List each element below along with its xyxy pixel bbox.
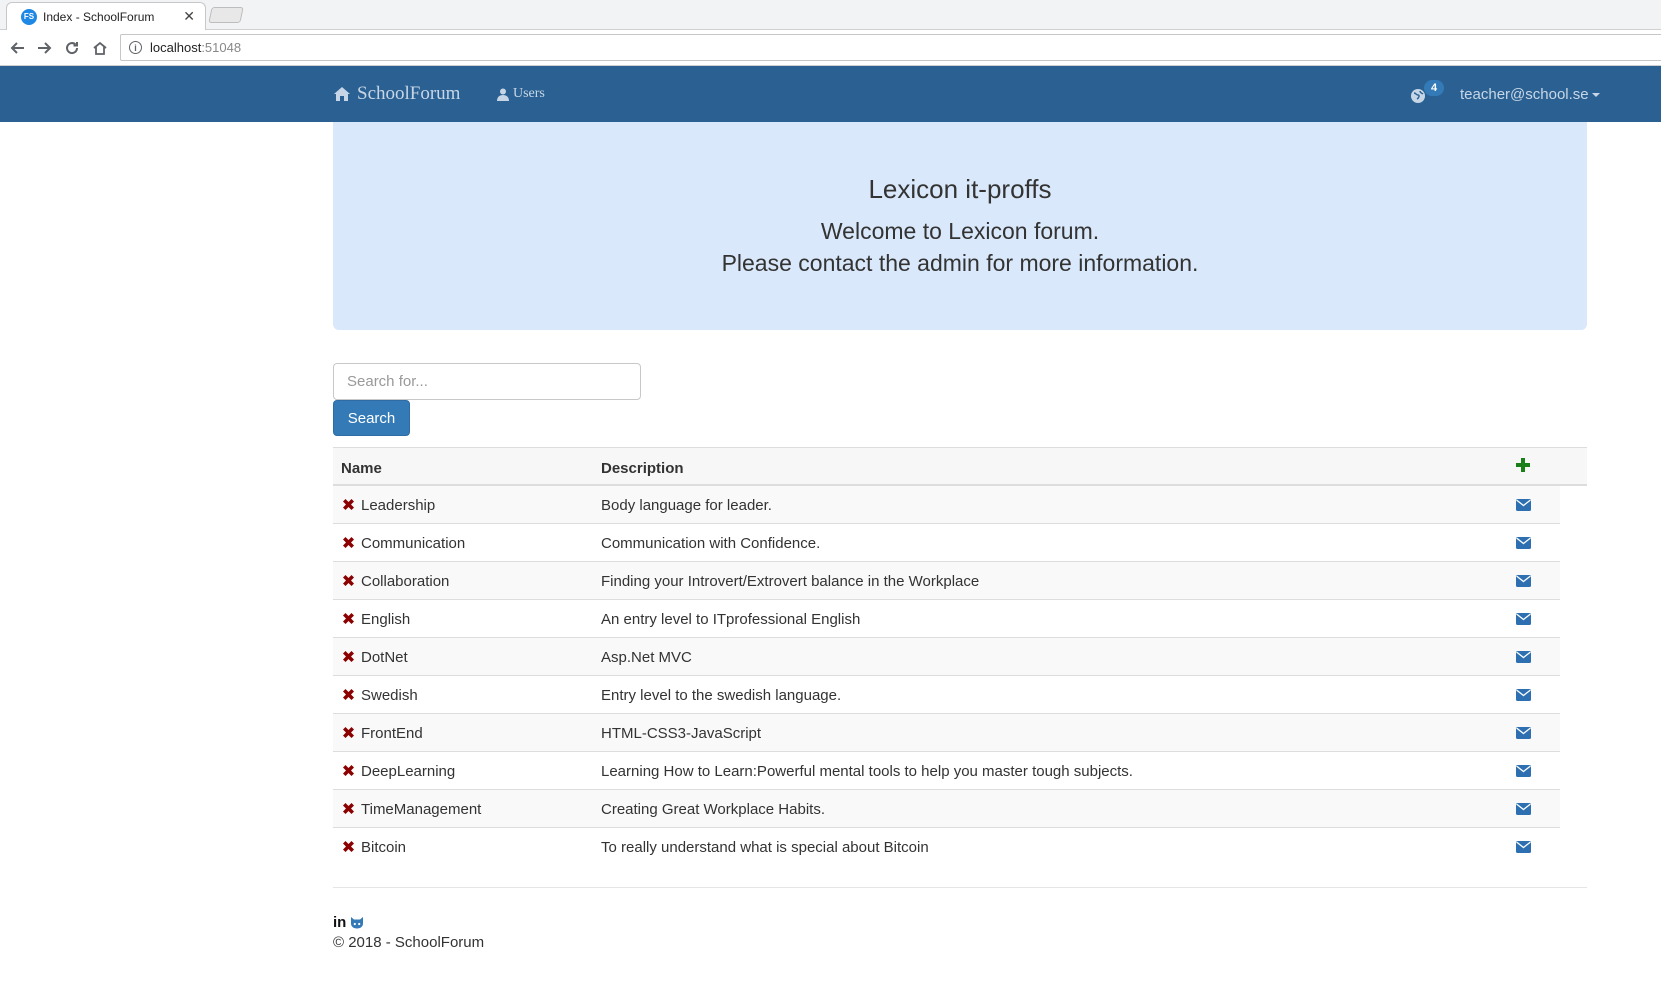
forum-description: Learning How to Learn:Powerful mental to…: [601, 763, 1133, 780]
forum-name[interactable]: TimeManagement: [361, 801, 481, 818]
table-row: Bitcoin To really understand what is spec…: [333, 828, 1560, 866]
forum-name[interactable]: DotNet: [361, 649, 408, 666]
remove-x-icon[interactable]: [342, 840, 355, 853]
table-row: Communication Communication with Confiden…: [333, 524, 1560, 562]
reload-icon[interactable]: [60, 36, 84, 60]
table-row: Swedish Entry level to the swedish langua…: [333, 676, 1560, 714]
table-row: DeepLearning Learning How to Learn:Powerf…: [333, 752, 1560, 790]
forum-name[interactable]: English: [361, 611, 410, 628]
forum-description: Communication with Confidence.: [601, 535, 821, 552]
forum-description: Entry level to the swedish language.: [601, 687, 842, 704]
tab-close-icon[interactable]: ✕: [183, 8, 195, 25]
tab-title: Index - SchoolForum: [43, 9, 155, 24]
back-arrow-icon[interactable]: [6, 36, 30, 60]
envelope-icon[interactable]: [1516, 765, 1531, 777]
remove-x-icon[interactable]: [342, 498, 355, 511]
forum-name[interactable]: Collaboration: [361, 573, 449, 590]
social-links: in: [333, 914, 364, 931]
envelope-icon[interactable]: [1516, 803, 1531, 815]
forum-description: HTML-CSS3-JavaScript: [601, 725, 762, 742]
remove-x-icon[interactable]: [342, 802, 355, 815]
nav-users-link[interactable]: Users: [497, 86, 545, 102]
remove-x-icon[interactable]: [342, 726, 355, 739]
github-icon[interactable]: [350, 916, 364, 929]
user-icon: [497, 88, 509, 101]
search-input[interactable]: [333, 363, 641, 400]
forum-name[interactable]: Communication: [361, 535, 465, 552]
header-name: Name: [341, 460, 382, 477]
notifications-button[interactable]: 4: [1410, 80, 1444, 108]
table-row: Leadership Body language for leader.: [333, 486, 1560, 524]
linkedin-icon[interactable]: in: [333, 914, 346, 931]
jumbotron-title: Lexicon it-proffs: [868, 174, 1052, 204]
address-bar[interactable]: i localhost :51048: [120, 34, 1661, 61]
remove-x-icon[interactable]: [342, 650, 355, 663]
remove-x-icon[interactable]: [342, 612, 355, 625]
remove-x-icon[interactable]: [342, 574, 355, 587]
table-body: Leadership Body language for leader. Commu…: [333, 486, 1560, 866]
header-description: Description: [601, 460, 684, 477]
forum-description: Creating Great Workplace Habits.: [601, 801, 825, 818]
brand-label: SchoolForum: [357, 83, 461, 104]
forward-arrow-icon[interactable]: [32, 36, 56, 60]
site-navbar: SchoolForum Users 4 teacher@school.se: [0, 66, 1661, 122]
forum-name[interactable]: Bitcoin: [361, 839, 406, 856]
favicon-icon: FS: [21, 8, 37, 25]
info-icon[interactable]: i: [129, 41, 142, 54]
nav-users-label: Users: [513, 86, 545, 101]
envelope-icon[interactable]: [1516, 727, 1531, 739]
table-row: FrontEnd HTML-CSS3-JavaScript: [333, 714, 1560, 752]
remove-x-icon[interactable]: [342, 536, 355, 549]
forum-name[interactable]: Swedish: [361, 687, 418, 704]
table-row: TimeManagement Creating Great Workplace H…: [333, 790, 1560, 828]
table-row: DotNet Asp.Net MVC: [333, 638, 1560, 676]
table-header: Name Description: [333, 447, 1587, 486]
remove-x-icon[interactable]: [342, 688, 355, 701]
table-row: English An entry level to ITprofessional …: [333, 600, 1560, 638]
forum-description: Body language for leader.: [601, 497, 772, 514]
new-tab-button[interactable]: [208, 7, 244, 23]
search-button[interactable]: Search: [333, 400, 410, 436]
forum-description: To really understand what is special abo…: [601, 839, 929, 856]
home-browser-icon[interactable]: [88, 36, 112, 60]
forum-description: Asp.Net MVC: [601, 649, 692, 666]
envelope-icon[interactable]: [1516, 575, 1531, 587]
home-icon: [334, 87, 350, 101]
footer-divider: [333, 887, 1587, 888]
forum-table: Name Description Leadership Body language…: [333, 447, 1587, 866]
user-email: teacher@school.se: [1460, 86, 1589, 103]
url-host: localhost: [150, 40, 202, 55]
user-dropdown[interactable]: teacher@school.se: [1460, 86, 1600, 103]
envelope-icon[interactable]: [1516, 841, 1531, 853]
browser-tabstrip: FS Index - SchoolForum ✕: [0, 0, 1661, 30]
forum-description: An entry level to ITprofessional English: [601, 611, 861, 628]
brand-link[interactable]: SchoolForum: [333, 82, 460, 106]
forum-name[interactable]: DeepLearning: [361, 763, 455, 780]
notification-count-badge: 4: [1424, 80, 1444, 96]
forum-description: Finding your Introvert/Extrovert balance…: [601, 573, 980, 590]
url-port: :51048: [201, 40, 242, 55]
remove-x-icon[interactable]: [342, 764, 355, 777]
caret-down-icon: [1591, 92, 1600, 97]
envelope-icon[interactable]: [1516, 499, 1531, 511]
envelope-icon[interactable]: [1516, 689, 1531, 701]
welcome-jumbotron: Lexicon it-proffs Welcome to Lexicon for…: [333, 122, 1587, 330]
envelope-icon[interactable]: [1516, 537, 1531, 549]
table-row: Collaboration Finding your Introvert/Extr…: [333, 562, 1560, 600]
envelope-icon[interactable]: [1516, 613, 1531, 625]
jumbotron-welcome: Welcome to Lexicon forum.: [820, 218, 1100, 244]
browser-toolbar: i localhost :51048: [0, 30, 1661, 66]
forum-name[interactable]: Leadership: [361, 497, 435, 514]
browser-tab[interactable]: FS Index - SchoolForum ✕: [6, 2, 206, 30]
copyright-text: © 2018 - SchoolForum: [333, 934, 485, 951]
plus-icon[interactable]: [1516, 458, 1530, 472]
forum-name[interactable]: FrontEnd: [361, 725, 423, 742]
jumbotron-contact: Please contact the admin for more inform…: [721, 250, 1199, 276]
envelope-icon[interactable]: [1516, 651, 1531, 663]
